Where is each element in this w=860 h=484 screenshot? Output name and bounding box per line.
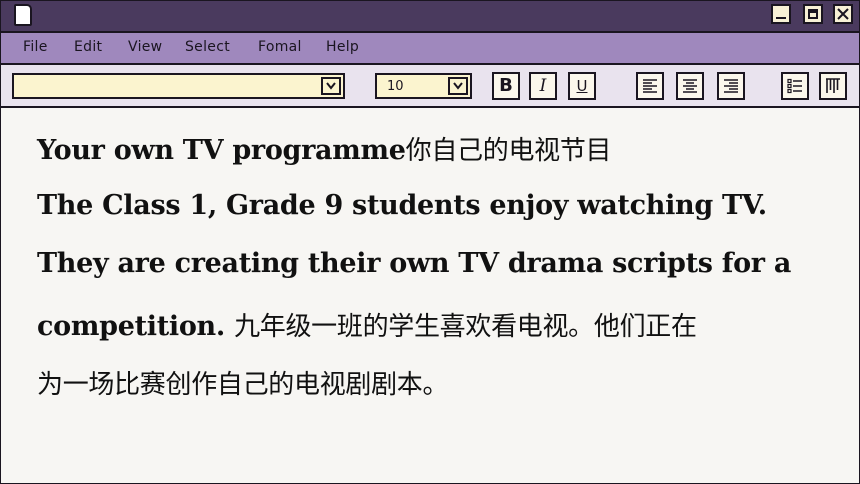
align-left-icon bbox=[643, 79, 657, 93]
chevron-down-icon bbox=[453, 82, 463, 90]
align-center-icon bbox=[683, 79, 697, 93]
bold-button[interactable]: B bbox=[492, 72, 520, 100]
underline-button[interactable]: U bbox=[568, 72, 596, 100]
menu-edit[interactable]: Edit bbox=[74, 39, 102, 55]
align-right-icon bbox=[724, 79, 738, 93]
font-size-value: 10 bbox=[387, 79, 404, 94]
line4-english: competition. bbox=[37, 311, 235, 342]
doc-line-3: They are creating their own TV drama scr… bbox=[37, 248, 792, 279]
font-size-dropdown[interactable]: 10 bbox=[375, 73, 472, 99]
align-left-button[interactable] bbox=[636, 72, 664, 100]
align-center-button[interactable] bbox=[676, 72, 704, 100]
font-dropdown-arrow[interactable] bbox=[321, 77, 341, 95]
columns-icon bbox=[826, 78, 840, 93]
maximize-button[interactable] bbox=[803, 4, 823, 24]
doc-line-4: competition. 九年级一班的学生喜欢看电视。他们正在 bbox=[37, 306, 697, 343]
menu-format[interactable]: Fomal bbox=[258, 39, 302, 55]
doc-line-2: The Class 1, Grade 9 students enjoy watc… bbox=[37, 190, 767, 221]
bullet-list-button[interactable] bbox=[781, 72, 809, 100]
menu-select[interactable]: Select bbox=[185, 39, 230, 55]
close-icon bbox=[837, 8, 849, 20]
chevron-down-icon bbox=[326, 82, 336, 90]
formatting-toolbar: 10 B I U bbox=[1, 65, 859, 108]
doc-line-5: 为一场比赛创作自己的电视剧剧本。 bbox=[37, 364, 449, 401]
bullet-list-icon bbox=[787, 78, 802, 94]
font-family-dropdown[interactable] bbox=[12, 73, 345, 99]
title-chinese: 你自己的电视节目 bbox=[405, 136, 612, 166]
word-processor-window: File Edit View Select Fomal Help 10 B I … bbox=[0, 0, 860, 484]
menu-view[interactable]: View bbox=[128, 39, 162, 55]
minimize-button[interactable] bbox=[771, 4, 791, 24]
menu-file[interactable]: File bbox=[23, 39, 48, 55]
menu-bar: File Edit View Select Fomal Help bbox=[1, 33, 859, 65]
size-dropdown-arrow[interactable] bbox=[448, 77, 468, 95]
document-icon bbox=[14, 4, 32, 26]
close-button[interactable] bbox=[833, 4, 853, 24]
italic-button[interactable]: I bbox=[529, 72, 557, 100]
align-right-button[interactable] bbox=[717, 72, 745, 100]
line4-chinese: 九年级一班的学生喜欢看电视。他们正在 bbox=[234, 312, 697, 342]
document-body[interactable]: Your own TV programme你自己的电视节目 The Class … bbox=[1, 108, 859, 483]
columns-button[interactable] bbox=[819, 72, 847, 100]
menu-help[interactable]: Help bbox=[326, 39, 359, 55]
title-english: Your own TV programme bbox=[37, 135, 406, 166]
doc-line-title: Your own TV programme你自己的电视节目 bbox=[37, 130, 612, 167]
line5-chinese: 为一场比赛创作自己的电视剧剧本。 bbox=[37, 370, 449, 400]
title-bar[interactable] bbox=[1, 1, 859, 33]
